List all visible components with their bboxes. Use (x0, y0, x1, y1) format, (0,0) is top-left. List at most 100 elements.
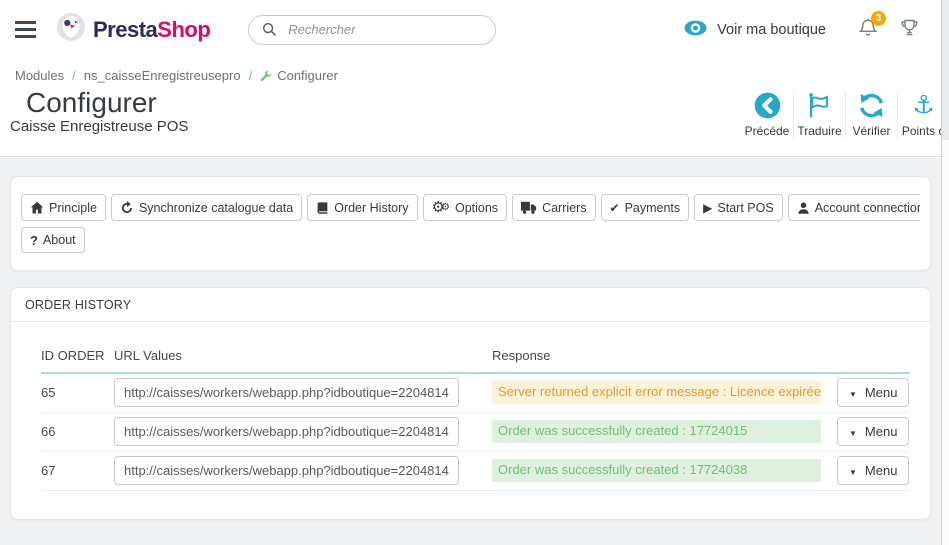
url-cell (114, 412, 492, 451)
page-head: Configurer Caisse Enregistreuse POS Préc… (0, 89, 941, 163)
column-header-menu (837, 332, 910, 373)
response-cell: Server returned explicit error message :… (492, 373, 837, 412)
breadcrumb-separator: / (72, 68, 76, 83)
tab-button-start-pos[interactable]: ▶ Start POS (694, 194, 783, 221)
check-icon: ✔ (610, 202, 620, 214)
tab-button-label: About (43, 233, 76, 247)
order-id-cell: 65 (41, 373, 114, 412)
menu-cell: ▼ Menu (837, 451, 910, 490)
column-header-response: Response (492, 332, 837, 373)
response-message: Order was successfully created : 1772401… (492, 420, 821, 443)
url-cell (114, 451, 492, 490)
menu-cell: ▼ Menu (837, 412, 910, 451)
toolbar-item-previous[interactable]: Précéde (741, 91, 793, 138)
module-tabs-panel: Principle Synchronize catalogue data Order… (10, 176, 931, 271)
vertical-scrollbar[interactable] (941, 0, 949, 545)
tab-button-synchronize-catalogue-data[interactable]: Synchronize catalogue data (111, 194, 302, 221)
tab-button-label: Order History (334, 201, 408, 215)
row-menu-button[interactable]: ▼ Menu (837, 417, 909, 446)
order-history-table-wrap: ID ORDER URL Values Response 65Server re… (11, 322, 930, 519)
breadcrumb: Modules/ns_caisseEnregistreusepro/ Confi… (0, 59, 941, 83)
toolbar-item-label: Traduire (794, 124, 845, 138)
url-cell (114, 373, 492, 412)
question-icon: ? (30, 234, 38, 247)
gears-icon: ⚙⚙ (432, 200, 450, 215)
toolbar-item-label: Vérifier (846, 124, 897, 138)
order-id-cell: 66 (41, 412, 114, 451)
column-header-id: ID ORDER (41, 332, 114, 373)
tab-button-principle[interactable]: Principle (21, 194, 106, 221)
trophy-icon (900, 18, 919, 42)
flag-icon (794, 91, 845, 119)
caret-down-icon: ▼ (849, 463, 857, 478)
menu-button-label: Menu (865, 385, 898, 400)
logo-text: PrestaShop (93, 17, 210, 43)
search-icon (262, 22, 277, 37)
toolbar-item-translate[interactable]: Traduire (793, 91, 845, 138)
toolbar-item-points[interactable]: ⚓Points d (897, 91, 941, 138)
tab-button-row: Principle Synchronize catalogue data Order… (21, 191, 920, 224)
view-shop-link[interactable]: Voir ma boutique (684, 20, 826, 40)
scrollbar-thumb[interactable] (942, 0, 949, 140)
breadcrumb-current: Configurer (260, 68, 338, 83)
response-cell: Order was successfully created : 1772401… (492, 412, 837, 451)
table-row: 65 Server returned explicit error message… (41, 373, 910, 412)
prestashop-logo-icon (56, 12, 86, 47)
topbar-right: Voir ma boutique 3 (684, 17, 941, 43)
tab-button-about[interactable]: ? About (21, 227, 85, 253)
tab-button-payments[interactable]: ✔ Payments (601, 194, 690, 221)
table-row: 67 Order was successfully created : 17724… (41, 451, 910, 490)
tab-button-carriers[interactable]: Carriers (512, 194, 595, 221)
book-icon (316, 201, 329, 215)
tab-button-options[interactable]: ⚙⚙ Options (423, 194, 508, 221)
breadcrumb-current-label: Configurer (277, 68, 338, 83)
tab-button-label: Payments (625, 201, 681, 215)
order-table-body: 65 Server returned explicit error message… (41, 373, 910, 490)
panel-title: ORDER HISTORY (11, 288, 930, 322)
menu-cell: ▼ Menu (837, 373, 910, 412)
caret-down-icon: ▼ (849, 424, 857, 439)
back-circle-icon (741, 91, 793, 119)
tab-button-account-connection[interactable]: Account connection (788, 194, 920, 221)
url-input[interactable] (114, 378, 459, 407)
breadcrumb-link[interactable]: Modules (15, 68, 64, 83)
notifications-button[interactable]: 3 (858, 17, 878, 43)
table-row: 66 Order was successfully created : 17724… (41, 412, 910, 451)
response-message: Server returned explicit error message :… (492, 381, 821, 404)
caret-down-icon: ▼ (849, 385, 857, 400)
breadcrumb-link[interactable]: ns_caisseEnregistreusepro (84, 68, 241, 83)
menu-button-label: Menu (865, 463, 898, 478)
tab-button-order-history[interactable]: Order History (307, 194, 417, 221)
tab-button-label: Account connection (815, 201, 920, 215)
hamburger-icon[interactable] (15, 17, 36, 42)
tab-button-row: ? About (21, 224, 920, 256)
order-id-cell: 67 (41, 451, 114, 490)
play-icon: ▶ (703, 202, 712, 214)
tab-button-label: Start POS (717, 201, 773, 215)
view-shop-label: Voir ma boutique (717, 22, 826, 38)
toolbar-item-check-updates[interactable]: Vérifier (845, 91, 897, 138)
gamification-button[interactable] (900, 18, 919, 42)
search-bar (248, 15, 496, 45)
notification-badge: 3 (871, 11, 886, 26)
refresh-icon (846, 91, 897, 119)
admin-header: PrestaShop Voir ma boutique 3 Modules / ns… (0, 0, 941, 157)
row-menu-button[interactable]: ▼ Menu (837, 378, 909, 407)
tab-button-label: Carriers (542, 201, 586, 215)
menu-button-label: Menu (865, 424, 898, 439)
home-icon (30, 201, 44, 214)
toolbar-item-label: Précéde (741, 124, 793, 138)
url-input[interactable] (114, 417, 459, 446)
user-icon (797, 201, 810, 215)
tab-button-label: Principle (49, 201, 97, 215)
response-message: Order was successfully created : 1772403… (492, 459, 821, 482)
tab-button-label: Options (455, 201, 498, 215)
search-input[interactable] (286, 21, 489, 38)
url-input[interactable] (114, 456, 459, 485)
row-menu-button[interactable]: ▼ Menu (837, 456, 909, 485)
response-cell: Order was successfully created : 1772403… (492, 451, 837, 490)
toolbar-item-label: Points d (898, 124, 941, 138)
tab-button-label: Synchronize catalogue data (139, 201, 293, 215)
truck-icon (521, 201, 537, 215)
prestashop-logo[interactable]: PrestaShop (56, 12, 210, 47)
